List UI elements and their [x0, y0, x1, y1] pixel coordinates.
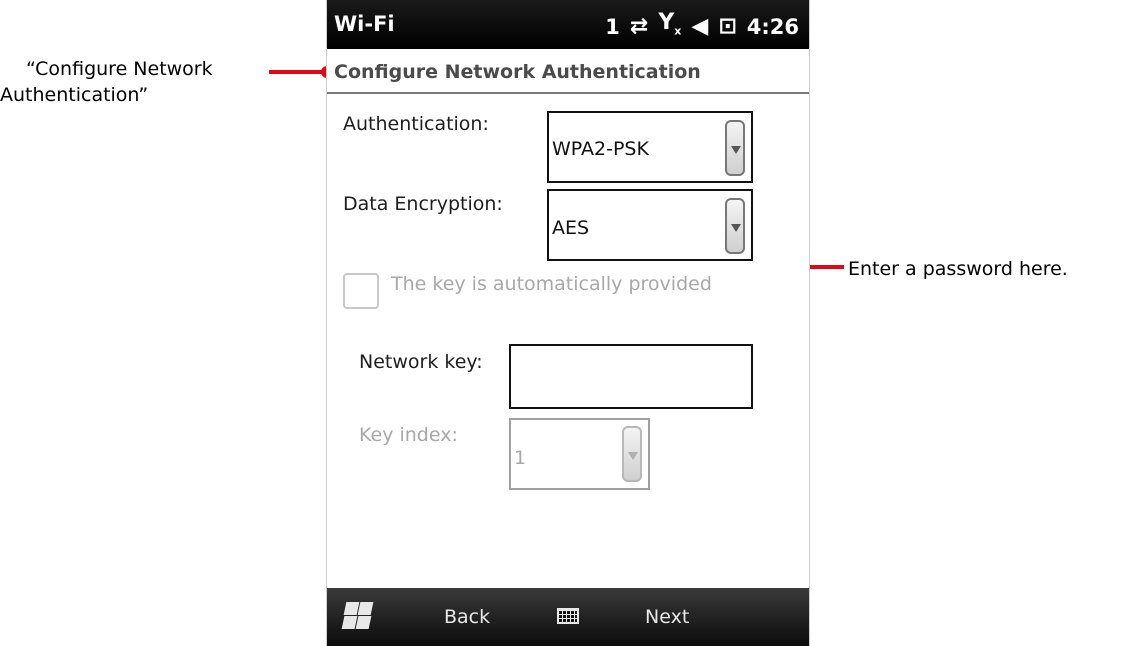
data-transfer-icon: ⇄ — [629, 14, 649, 40]
status-time: 4:26 — [746, 15, 799, 40]
chevron-down-icon[interactable] — [725, 120, 745, 176]
no-signal-icon: Yx — [658, 10, 682, 38]
key-index-label: Key index: — [359, 424, 458, 446]
next-button[interactable]: Next — [645, 606, 689, 628]
auto-key-checkbox[interactable] — [343, 273, 379, 309]
page-header: Configure Network Authentication — [327, 49, 809, 94]
page-title: Configure Network Authentication — [334, 61, 701, 83]
status-title: Wi-Fi — [334, 12, 395, 36]
network-key-input[interactable] — [509, 344, 753, 409]
annotation-configure-network: “Configure Network Authentication” — [0, 56, 275, 108]
data-encryption-label: Data Encryption: — [343, 193, 503, 215]
authentication-value: WPA2-PSK — [552, 138, 649, 160]
annotation-line-1: “Configure Network — [26, 58, 213, 80]
power-plug-icon: ⊡ — [718, 14, 737, 40]
data-encryption-value: AES — [552, 217, 590, 239]
status-bar: Wi-Fi 1 ⇄ Yx ◀ ⊡ 4:26 — [327, 0, 809, 49]
annotation-password-hint: Enter a password here. — [848, 258, 1068, 280]
signal-number: 1 — [605, 15, 620, 40]
key-index-value: 1 — [514, 447, 527, 469]
authentication-select[interactable]: WPA2-PSK — [547, 111, 753, 183]
data-encryption-select[interactable]: AES — [547, 189, 753, 261]
annotation-line-2: Authentication” — [0, 84, 149, 106]
back-button[interactable]: Back — [444, 606, 490, 628]
soft-key-bar: Back Next — [327, 588, 809, 646]
status-icons: 1 ⇄ Yx ◀ ⊡ 4:26 — [605, 10, 799, 44]
windows-start-icon[interactable] — [341, 601, 374, 631]
network-key-label: Network key: — [359, 351, 483, 373]
chevron-down-icon — [622, 426, 642, 482]
keyboard-icon[interactable] — [557, 608, 579, 624]
annotation-pointer-left — [269, 70, 325, 74]
auto-key-label: The key is automatically provided — [391, 273, 712, 295]
key-index-select: 1 — [509, 418, 650, 490]
authentication-label: Authentication: — [343, 113, 489, 135]
phone-screen: Wi-Fi 1 ⇄ Yx ◀ ⊡ 4:26 Configure Network … — [326, 0, 810, 646]
chevron-down-icon[interactable] — [725, 198, 745, 254]
volume-muted-icon[interactable]: ◀ — [691, 14, 708, 40]
